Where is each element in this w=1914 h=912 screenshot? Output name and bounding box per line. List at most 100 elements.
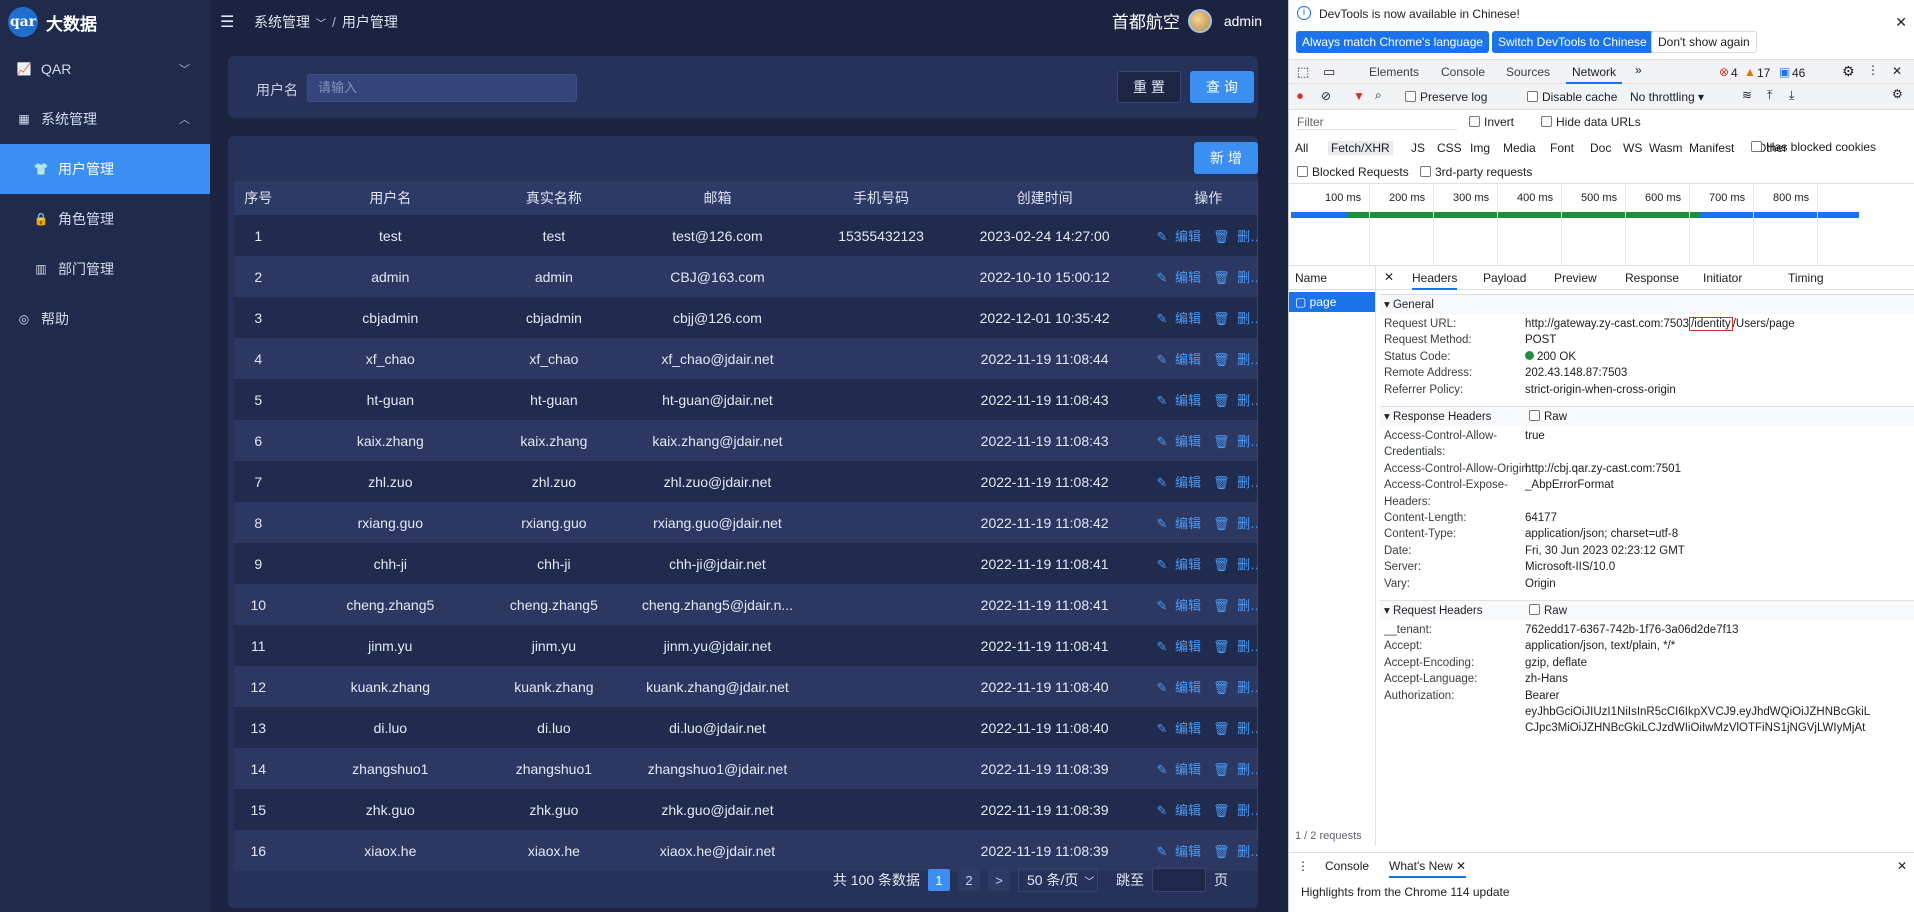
delete-button[interactable]: 🗑 删除: [1213, 311, 1258, 326]
edit-button[interactable]: ✎ 编辑: [1156, 721, 1205, 736]
delete-button[interactable]: 🗑 删除: [1213, 721, 1258, 736]
clear-icon[interactable]: ⊘: [1321, 89, 1331, 103]
type-filter-fetch-xhr[interactable]: Fetch/XHR: [1328, 141, 1393, 155]
edit-button[interactable]: ✎ 编辑: [1156, 229, 1205, 244]
next-page-button[interactable]: >: [988, 869, 1010, 891]
sidebar-item-help[interactable]: ◎ 帮助: [0, 294, 210, 344]
close-icon[interactable]: ✕: [1895, 14, 1907, 31]
gear-icon[interactable]: ⚙: [1892, 87, 1903, 101]
delete-button[interactable]: 🗑 删除: [1213, 680, 1258, 695]
table-row[interactable]: 6 kaix.zhang kaix.zhang kaix.zhang@jdair.ne…: [234, 420, 1258, 461]
edit-button[interactable]: ✎ 编辑: [1156, 598, 1205, 613]
close-icon[interactable]: ✕: [1892, 64, 1902, 78]
general-section[interactable]: ▾ General: [1380, 294, 1914, 314]
drawer-tab-console[interactable]: Console: [1325, 859, 1369, 873]
delete-button[interactable]: 🗑 删除: [1213, 475, 1258, 490]
edit-button[interactable]: ✎ 编辑: [1156, 270, 1205, 285]
raw-checkbox[interactable]: Raw: [1529, 407, 1567, 427]
upload-icon[interactable]: ⤒: [1767, 88, 1772, 103]
detail-tab-response[interactable]: Response: [1625, 271, 1679, 285]
table-row[interactable]: 10 cheng.zhang5 cheng.zhang5 cheng.zhang5@j…: [234, 584, 1258, 625]
type-filter-wasm[interactable]: Wasm: [1649, 141, 1683, 155]
table-row[interactable]: 11 jinm.yu jinm.yu jinm.yu@jdair.net 2022-11…: [234, 625, 1258, 666]
table-row[interactable]: 9 chh-ji chh-ji chh-ji@jdair.net 2022-11-19 …: [234, 543, 1258, 584]
sidebar-item-users[interactable]: 👕 用户管理: [0, 144, 210, 194]
table-row[interactable]: 16 xiaox.he xiaox.he xiaox.he@jdair.net 2022…: [234, 830, 1258, 871]
sidebar-item-roles[interactable]: 🔒 角色管理: [0, 194, 210, 244]
detail-tab-payload[interactable]: Payload: [1483, 271, 1526, 285]
type-filter-img[interactable]: Img: [1470, 141, 1490, 155]
delete-button[interactable]: 🗑 删除: [1213, 434, 1258, 449]
add-button[interactable]: 新 增: [1194, 142, 1258, 174]
type-filter-manifest[interactable]: Manifest: [1689, 141, 1734, 155]
sidebar-item-departments[interactable]: ▥ 部门管理: [0, 244, 210, 294]
type-filter-font[interactable]: Font: [1550, 141, 1574, 155]
detail-tab-initiator[interactable]: Initiator: [1703, 271, 1742, 285]
delete-button[interactable]: 🗑 删除: [1213, 393, 1258, 408]
username-input[interactable]: 请输入: [307, 74, 577, 102]
table-row[interactable]: 14 zhangshuo1 zhangshuo1 zhangshuo1@jdair.n…: [234, 748, 1258, 789]
edit-button[interactable]: ✎ 编辑: [1156, 393, 1205, 408]
user-name[interactable]: admin: [1224, 13, 1262, 29]
filter-icon[interactable]: ▼: [1353, 89, 1365, 103]
warning-count[interactable]: 17: [1757, 66, 1770, 80]
edit-button[interactable]: ✎ 编辑: [1156, 352, 1205, 367]
detail-tab-preview[interactable]: Preview: [1554, 271, 1597, 285]
page-2[interactable]: 2: [958, 869, 980, 891]
wifi-icon[interactable]: ≋: [1742, 88, 1752, 102]
table-row[interactable]: 8 rxiang.guo rxiang.guo rxiang.guo@jdair.ne…: [234, 502, 1258, 543]
dont-show-button[interactable]: Don't show again: [1651, 31, 1757, 53]
raw-checkbox[interactable]: Raw: [1529, 601, 1567, 621]
delete-button[interactable]: 🗑 删除: [1213, 352, 1258, 367]
edit-button[interactable]: ✎ 编辑: [1156, 680, 1205, 695]
reset-button[interactable]: 重 置: [1117, 71, 1181, 103]
edit-button[interactable]: ✎ 编辑: [1156, 639, 1205, 654]
delete-button[interactable]: 🗑 删除: [1213, 844, 1258, 859]
detail-tab-timing[interactable]: Timing: [1788, 271, 1824, 285]
kebab-menu-icon[interactable]: ⋮: [1867, 63, 1879, 77]
edit-button[interactable]: ✎ 编辑: [1156, 762, 1205, 777]
drawer-tab-whats-new[interactable]: What's New ✕: [1389, 859, 1467, 878]
edit-button[interactable]: ✎ 编辑: [1156, 516, 1205, 531]
preserve-log-checkbox[interactable]: Preserve log: [1405, 90, 1487, 104]
type-filter-js[interactable]: JS: [1411, 141, 1425, 155]
table-row[interactable]: 4 xf_chao xf_chao xf_chao@jdair.net 2022-11-…: [234, 338, 1258, 379]
page-1[interactable]: 1: [928, 869, 950, 891]
close-icon[interactable]: ✕: [1384, 270, 1394, 284]
delete-button[interactable]: 🗑 删除: [1213, 762, 1258, 777]
delete-button[interactable]: 🗑 删除: [1213, 229, 1258, 244]
table-row[interactable]: 7 zhl.zuo zhl.zuo zhl.zuo@jdair.net 2022-11-…: [234, 461, 1258, 502]
has-blocked-cookies-checkbox[interactable]: Has blocked cookies: [1751, 140, 1876, 154]
table-row[interactable]: 15 zhk.guo zhk.guo zhk.guo@jdair.net 2022-11…: [234, 789, 1258, 830]
throttling-select[interactable]: No throttling ▾: [1630, 90, 1704, 104]
table-row[interactable]: 3 cbjadmin cbjadmin cbjj@126.com 2022-12-01 …: [234, 297, 1258, 338]
invert-checkbox[interactable]: Invert: [1469, 115, 1514, 129]
response-headers-section[interactable]: ▾ Response Headers Raw: [1380, 406, 1914, 426]
record-icon[interactable]: ⏺: [1297, 89, 1303, 104]
menu-fold-icon[interactable]: ☰: [220, 12, 240, 32]
error-count[interactable]: 4: [1731, 66, 1738, 80]
delete-button[interactable]: 🗑 删除: [1213, 270, 1258, 285]
edit-button[interactable]: ✎ 编辑: [1156, 803, 1205, 818]
page-size-select[interactable]: 50 条/页 ﹀: [1018, 868, 1098, 892]
kebab-menu-icon[interactable]: ⋮: [1297, 859, 1309, 873]
gear-icon[interactable]: ⚙: [1842, 63, 1855, 80]
tab-elements[interactable]: Elements: [1369, 65, 1419, 79]
detail-tab-headers[interactable]: Headers: [1412, 271, 1458, 290]
tab-network[interactable]: Network: [1565, 65, 1623, 84]
type-filter-ws[interactable]: WS: [1623, 141, 1642, 155]
table-row[interactable]: 2 admin admin CBJ@163.com 2022-10-10 15:00:1…: [234, 256, 1258, 297]
third-party-checkbox[interactable]: 3rd-party requests: [1420, 165, 1532, 179]
delete-button[interactable]: 🗑 删除: [1213, 557, 1258, 572]
download-icon[interactable]: ⤓: [1789, 88, 1794, 103]
delete-button[interactable]: 🗑 删除: [1213, 598, 1258, 613]
device-icon[interactable]: ▭: [1323, 64, 1335, 80]
delete-button[interactable]: 🗑 删除: [1213, 803, 1258, 818]
filter-input[interactable]: Filter: [1297, 115, 1457, 130]
edit-button[interactable]: ✎ 编辑: [1156, 557, 1205, 572]
breadcrumb-parent[interactable]: 系统管理: [254, 12, 310, 32]
sidebar-item-qar[interactable]: 📈 QAR ﹀: [0, 44, 210, 94]
table-row[interactable]: 1 test test test@126.com 15355432123 2023-02-…: [234, 215, 1258, 256]
table-scrollbar[interactable]: [1257, 181, 1258, 841]
table-row[interactable]: 5 ht-guan ht-guan ht-guan@jdair.net 2022-11-…: [234, 379, 1258, 420]
